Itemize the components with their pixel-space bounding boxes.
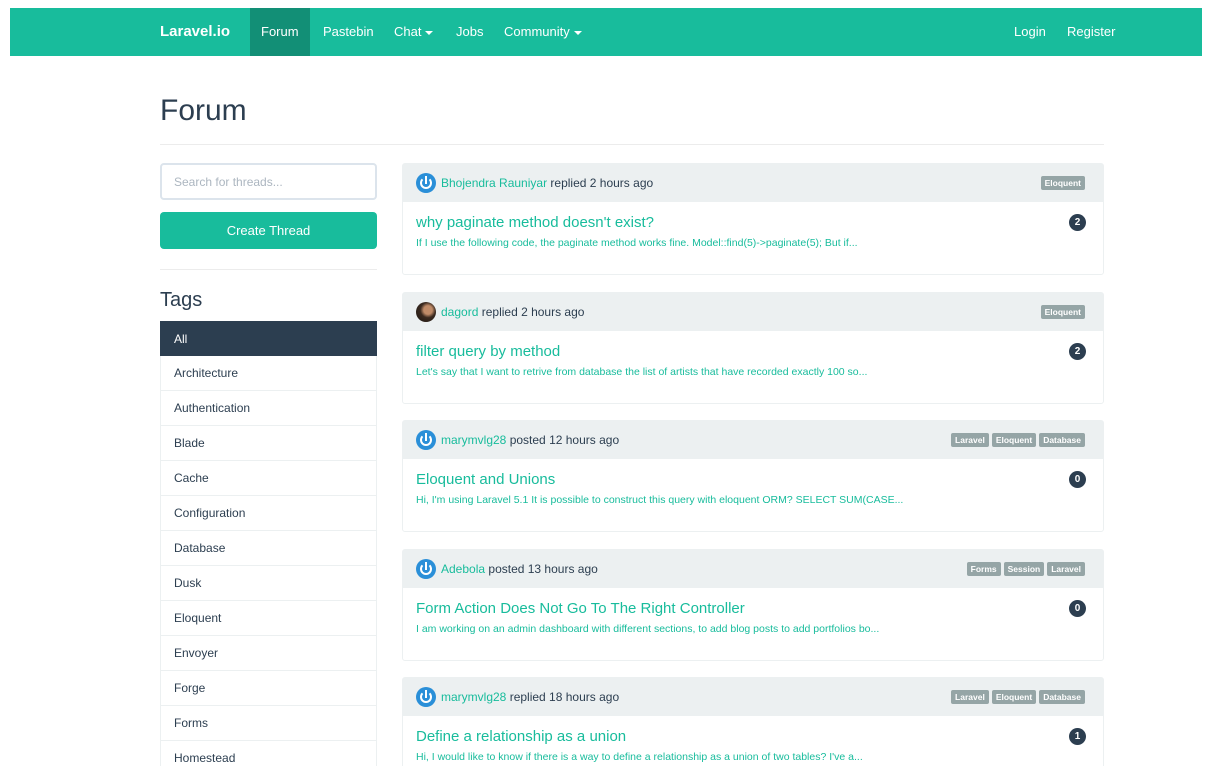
reply-count-badge: 2: [1069, 214, 1086, 231]
thread-meta: marymvlg28 posted 12 hours ago: [441, 421, 619, 459]
thread-header: marymvlg28 replied 18 hours ago Laravel …: [403, 678, 1103, 716]
thread-tags: Eloquent: [1040, 305, 1085, 319]
tag-item-database[interactable]: Database: [160, 531, 377, 566]
thread-action: replied 18 hours ago: [509, 690, 620, 704]
tag-label[interactable]: Laravel: [951, 433, 989, 447]
tag-label[interactable]: Eloquent: [1040, 305, 1085, 319]
reply-count-badge: 0: [1069, 471, 1086, 488]
tag-item-all[interactable]: All: [160, 321, 377, 356]
nav-jobs[interactable]: Jobs: [445, 8, 494, 56]
thread-header: Bhojendra Rauniyar replied 2 hours ago E…: [403, 164, 1103, 202]
thread-title-link[interactable]: filter query by method: [416, 343, 1090, 361]
thread-excerpt[interactable]: Let's say that I want to retrive from da…: [416, 365, 1090, 379]
thread-excerpt[interactable]: If I use the following code, the paginat…: [416, 236, 1090, 250]
thread-tags: Laravel Eloquent Database: [951, 690, 1085, 704]
thread-title-link[interactable]: Eloquent and Unions: [416, 471, 1090, 489]
author-link[interactable]: marymvlg28: [441, 433, 506, 447]
author-link[interactable]: dagord: [441, 305, 478, 319]
thread-tags: Eloquent: [1040, 176, 1085, 190]
tag-item-eloquent[interactable]: Eloquent: [160, 601, 377, 636]
thread-action: posted 12 hours ago: [509, 433, 620, 447]
nav-chat[interactable]: Chat: [383, 8, 444, 56]
thread-meta: Bhojendra Rauniyar replied 2 hours ago: [441, 164, 653, 202]
author-link[interactable]: Adebola: [441, 562, 485, 576]
caret-down-icon: [425, 30, 434, 35]
thread-card: Adebola posted 13 hours ago Forms Sessio…: [402, 549, 1104, 661]
tag-label[interactable]: Eloquent: [991, 433, 1037, 447]
header-divider: [160, 144, 1104, 145]
tags-heading: Tags: [160, 289, 203, 311]
thread-title-link[interactable]: Form Action Does Not Go To The Right Con…: [416, 600, 1090, 618]
thread-meta: dagord replied 2 hours ago: [441, 293, 584, 331]
thread-title-link[interactable]: why paginate method doesn't exist?: [416, 214, 1090, 232]
thread-card: marymvlg28 replied 18 hours ago Laravel …: [402, 677, 1104, 766]
brand-logo[interactable]: Laravel.io: [160, 8, 230, 56]
top-navbar: Laravel.io Forum Pastebin Chat Jobs Comm…: [10, 8, 1202, 56]
tag-item-authentication[interactable]: Authentication: [160, 391, 377, 426]
reply-count-badge: 0: [1069, 600, 1086, 617]
power-icon: [416, 173, 436, 193]
nav-forum[interactable]: Forum: [250, 8, 310, 56]
reply-count-badge: 2: [1069, 343, 1086, 360]
nav-pastebin[interactable]: Pastebin: [312, 8, 385, 56]
tag-item-homestead[interactable]: Homestead: [160, 741, 377, 766]
thread-body: why paginate method doesn't exist? If I …: [403, 202, 1103, 274]
author-link[interactable]: Bhojendra Rauniyar: [441, 176, 547, 190]
thread-tags: Forms Session Laravel: [966, 562, 1085, 576]
thread-body: Define a relationship as a union Hi, I w…: [403, 716, 1103, 766]
thread-action: replied 2 hours ago: [550, 176, 654, 190]
thread-action: posted 13 hours ago: [488, 562, 598, 576]
thread-excerpt[interactable]: Hi, I'm using Laravel 5.1 It is possible…: [416, 493, 1090, 507]
thread-header: marymvlg28 posted 12 hours ago Laravel E…: [403, 421, 1103, 459]
user-avatar-icon: [416, 302, 436, 322]
thread-meta: Adebola posted 13 hours ago: [441, 550, 598, 588]
nav-register[interactable]: Register: [1056, 8, 1126, 56]
thread-card: dagord replied 2 hours ago Eloquent filt…: [402, 292, 1104, 404]
tag-label[interactable]: Forms: [966, 562, 1001, 576]
thread-card: marymvlg28 posted 12 hours ago Laravel E…: [402, 420, 1104, 532]
search-input[interactable]: [160, 163, 377, 200]
tag-label[interactable]: Database: [1039, 433, 1085, 447]
tag-item-envoyer[interactable]: Envoyer: [160, 636, 377, 671]
create-thread-button[interactable]: Create Thread: [160, 212, 377, 249]
tag-label[interactable]: Eloquent: [1040, 176, 1085, 190]
sidebar-divider: [160, 269, 377, 270]
caret-down-icon: [573, 30, 582, 35]
thread-body: Form Action Does Not Go To The Right Con…: [403, 588, 1103, 660]
tag-item-configuration[interactable]: Configuration: [160, 496, 377, 531]
nav-community[interactable]: Community: [493, 8, 593, 56]
thread-excerpt[interactable]: I am working on an admin dashboard with …: [416, 622, 1090, 636]
tag-label[interactable]: Session: [1003, 562, 1045, 576]
thread-body: Eloquent and Unions Hi, I'm using Larave…: [403, 459, 1103, 531]
power-icon: [416, 559, 436, 579]
author-link[interactable]: marymvlg28: [441, 690, 506, 704]
reply-count-badge: 1: [1069, 728, 1086, 745]
tag-item-dusk[interactable]: Dusk: [160, 566, 377, 601]
power-icon: [416, 687, 436, 707]
tag-item-forms[interactable]: Forms: [160, 706, 377, 741]
nav-login[interactable]: Login: [1003, 8, 1057, 56]
thread-excerpt[interactable]: Hi, I would like to know if there is a w…: [416, 750, 1090, 764]
tag-item-cache[interactable]: Cache: [160, 461, 377, 496]
tag-item-blade[interactable]: Blade: [160, 426, 377, 461]
tag-label[interactable]: Laravel: [951, 690, 989, 704]
tag-label[interactable]: Laravel: [1047, 562, 1085, 576]
tag-item-forge[interactable]: Forge: [160, 671, 377, 706]
tag-list: All Architecture Authentication Blade Ca…: [160, 321, 377, 766]
page-title: Forum: [160, 94, 247, 127]
tag-label[interactable]: Database: [1039, 690, 1085, 704]
nav-chat-label: Chat: [394, 24, 422, 39]
power-icon: [416, 430, 436, 450]
nav-community-label: Community: [504, 24, 570, 39]
tag-item-architecture[interactable]: Architecture: [160, 356, 377, 391]
thread-title-link[interactable]: Define a relationship as a union: [416, 728, 1090, 746]
tag-label[interactable]: Eloquent: [991, 690, 1037, 704]
thread-header: dagord replied 2 hours ago Eloquent: [403, 293, 1103, 331]
thread-meta: marymvlg28 replied 18 hours ago: [441, 678, 619, 716]
thread-header: Adebola posted 13 hours ago Forms Sessio…: [403, 550, 1103, 588]
thread-body: filter query by method Let's say that I …: [403, 331, 1103, 403]
thread-tags: Laravel Eloquent Database: [951, 433, 1085, 447]
thread-card: Bhojendra Rauniyar replied 2 hours ago E…: [402, 163, 1104, 275]
thread-action: replied 2 hours ago: [481, 305, 585, 319]
